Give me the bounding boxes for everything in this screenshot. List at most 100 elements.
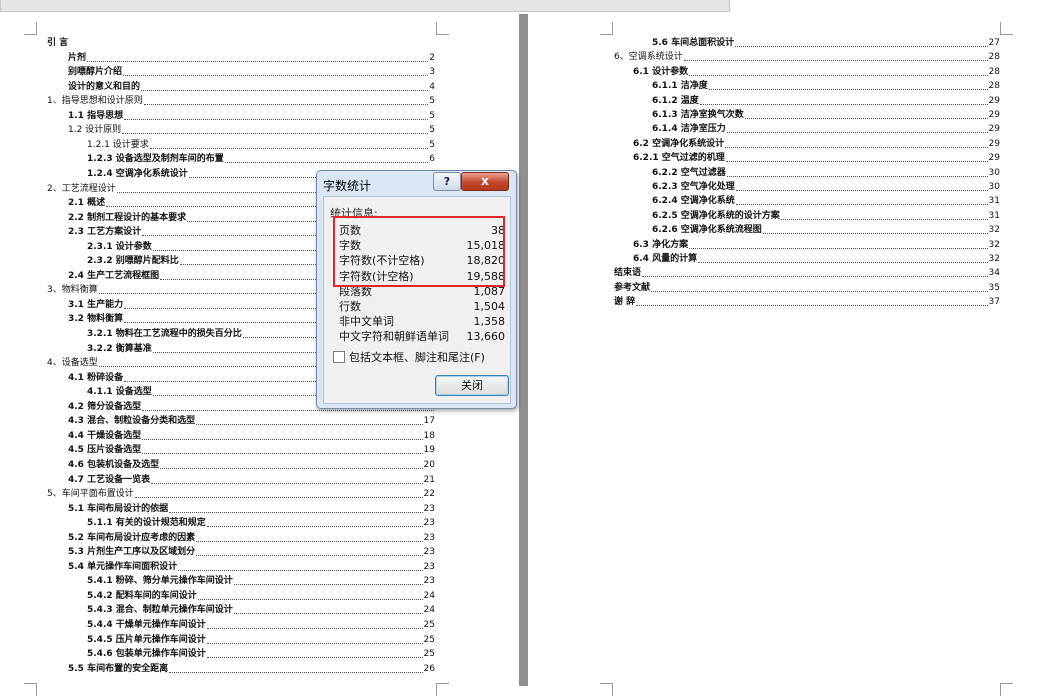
toc-leader-dots bbox=[233, 583, 423, 586]
help-button[interactable]: ? bbox=[433, 172, 461, 191]
toc-entry[interactable]: 6.2.4 空调净化系统 31 bbox=[652, 193, 1000, 207]
toc-entry-page: 35 bbox=[988, 282, 1000, 293]
toc-entry[interactable]: 6.2.1 空气过滤的机理 29 bbox=[633, 150, 1000, 164]
toc-entry-page: 18 bbox=[423, 430, 435, 441]
toc-entry[interactable]: 5.2 车间布局设计应考虑的因素 23 bbox=[68, 530, 435, 544]
toc-leader-dots bbox=[683, 59, 988, 62]
toc-entry[interactable]: 1.2 设计原则 5 bbox=[68, 122, 435, 136]
toc-entry-title: 6.2.3 空气净化处理 bbox=[652, 182, 735, 192]
toc-entry[interactable]: 6.1.4 洁净室压力 29 bbox=[652, 121, 1000, 135]
toc-entry-title: 5.6 车间总面积设计 bbox=[652, 38, 735, 48]
toc-entry[interactable]: 6.1 设计参数 28 bbox=[633, 64, 1000, 78]
toc-entry[interactable]: 5、车间平面布置设计 22 bbox=[47, 486, 435, 500]
toc-entry[interactable]: 4.6 包装机设备及选型 20 bbox=[68, 457, 435, 471]
toc-leader-dots bbox=[708, 88, 988, 91]
stat-value: 1,358 bbox=[473, 315, 506, 329]
toc-entry[interactable]: 6.1.2 温度 29 bbox=[652, 93, 1000, 107]
toc-entry-title: 谢 辞 bbox=[614, 297, 636, 308]
toc-leader-dots bbox=[642, 275, 988, 278]
toc-leader-dots bbox=[206, 627, 423, 629]
toc-entry[interactable]: 结束语 34 bbox=[614, 265, 1000, 279]
stat-value: 1,504 bbox=[473, 300, 506, 313]
toc-entry[interactable]: 4.4 干燥设备选型 18 bbox=[68, 428, 435, 442]
toc-entry-page: 23 bbox=[423, 547, 435, 558]
toc-entry[interactable]: 片剂 2 bbox=[68, 50, 435, 64]
toc-leader-dots bbox=[762, 232, 988, 235]
toc-entry[interactable]: 设计的意义和目的 4 bbox=[68, 79, 435, 93]
toc-entry-page: 28 bbox=[988, 52, 1000, 63]
toc-entry-page: 23 bbox=[423, 532, 435, 543]
toc-entry[interactable]: 5.5 车间布置的安全距离 26 bbox=[68, 661, 435, 675]
toc-leader-dots bbox=[726, 175, 988, 177]
toc-entry[interactable]: 4.5 压片设备选型 19 bbox=[68, 442, 435, 456]
page-gutter bbox=[519, 14, 528, 686]
toc-entry[interactable]: 6.1.1 洁净度 28 bbox=[652, 78, 1000, 92]
toc-entry[interactable]: 4.3 混合、制粒设备分类和选型 17 bbox=[68, 413, 435, 427]
toc-entry[interactable]: 1.1 指导思想 5 bbox=[68, 108, 435, 122]
toc-entry-page: 5 bbox=[429, 125, 435, 136]
toc-entry[interactable]: 6.2.2 空气过滤器 30 bbox=[652, 165, 1000, 179]
toc-entry-page: 3 bbox=[429, 67, 435, 78]
toc-entry[interactable]: 6.1.3 洁净室换气次数 29 bbox=[652, 107, 1000, 121]
toc-entry[interactable]: 6、空调系统设计 28 bbox=[614, 49, 1000, 63]
toc-entry-page: 30 bbox=[988, 167, 1000, 178]
toc-entry[interactable]: 参考文献 35 bbox=[614, 280, 1000, 294]
toc-entry-title: 4.2 筛分设备选型 bbox=[68, 401, 142, 412]
window-top-strip bbox=[0, 0, 1050, 14]
toc-entry-page: 24 bbox=[423, 590, 435, 601]
toc-entry-title: 6.1.1 洁净度 bbox=[652, 81, 708, 92]
toc-entry-title: 2.3.1 设计参数 bbox=[87, 241, 152, 252]
toc-entry[interactable]: 引 言 bbox=[47, 35, 435, 49]
toc-leader-dots bbox=[123, 74, 429, 77]
include-textboxes-checkbox[interactable]: 包括文本框、脚注和尾注(F) bbox=[333, 350, 485, 364]
toc-entry[interactable]: 5.4.5 压片单元操作车间设计 25 bbox=[87, 632, 435, 646]
toc-entry[interactable]: 4.7 工艺设备一览表 21 bbox=[68, 472, 435, 486]
close-button[interactable]: 关闭 bbox=[435, 375, 509, 396]
page-corner-mark bbox=[24, 683, 37, 696]
toc-leader-dots bbox=[87, 60, 429, 62]
toc-entry[interactable]: 5.4.6 包装单元操作车间设计 25 bbox=[87, 646, 435, 660]
toc-entry[interactable]: 5.4.3 混合、制粒单元操作车间设计 24 bbox=[87, 602, 435, 616]
toc-entry-title: 5.1.1 有关的设计规范和规定 bbox=[87, 518, 206, 529]
toc-entry-title: 5.4.5 压片单元操作车间设计 bbox=[87, 634, 206, 645]
toc-entry[interactable]: 1.2.3 设备选型及制剂车间的布置 6 bbox=[87, 151, 435, 165]
toc-entry[interactable]: 6.2.6 空调净化系统流程图 32 bbox=[652, 222, 1000, 236]
toc-leader-dots bbox=[151, 482, 423, 484]
toc-entry[interactable]: 5.3 片剂生产工序以及区域划分 23 bbox=[68, 544, 435, 558]
toc-entry[interactable]: 6.4 风量的计算 32 bbox=[633, 251, 1000, 265]
toc-entry[interactable]: 6.2.3 空气净化处理 30 bbox=[652, 179, 1000, 193]
toc-entry[interactable]: 5.4 单元操作车间面积设计 23 bbox=[68, 559, 435, 573]
toc-entry[interactable]: 5.1.1 有关的设计规范和规定 23 bbox=[87, 515, 435, 529]
toc-leader-dots bbox=[196, 540, 423, 542]
toc-entry[interactable]: 5.6 车间总面积设计 27 bbox=[652, 35, 1000, 49]
toc-entry-title: 2.3 工艺方案设计 bbox=[68, 227, 142, 238]
toc-entry-page: 26 bbox=[423, 663, 435, 674]
checkbox-square[interactable] bbox=[333, 351, 345, 363]
toc-entry[interactable]: 1.2.1 设计要求 5 bbox=[87, 137, 435, 151]
toc-entry[interactable]: 5.1 车间布局设计的依据 23 bbox=[68, 501, 435, 515]
toc-leader-dots bbox=[726, 131, 988, 134]
toc-entry-title: 6.2.2 空气过滤器 bbox=[652, 167, 726, 178]
toc-leader-dots bbox=[196, 554, 423, 557]
close-icon[interactable]: x bbox=[461, 172, 509, 191]
toc-entry[interactable]: 谢 辞 37 bbox=[614, 294, 1000, 308]
toc-entry[interactable]: 5.4.1 粉碎、筛分单元操作车间设计 23 bbox=[87, 573, 435, 587]
toc-entry[interactable]: 1、指导思想和设计原则 5 bbox=[47, 93, 435, 107]
toc-entry[interactable]: 5.4.4 干燥单元操作车间设计 25 bbox=[87, 617, 435, 631]
toc-leader-dots bbox=[735, 45, 988, 47]
toc-entry[interactable]: 5.4.2 配料车间的车间设计 24 bbox=[87, 588, 435, 602]
toc-entry[interactable]: 6.2 空调净化系统设计 29 bbox=[633, 136, 1000, 150]
toc-entry-title: 4.4 干燥设备选型 bbox=[68, 430, 142, 441]
toc-entry[interactable]: 6.2.5 空调净化系统的设计方案 31 bbox=[652, 208, 1000, 222]
toc-entry-title: 3.2 物料衡算 bbox=[68, 314, 124, 325]
toc-entry-title: 6.1.2 温度 bbox=[652, 95, 699, 106]
stat-label: 中文字符和朝鲜语单词 bbox=[339, 330, 449, 344]
toc-entry[interactable]: 6.3 净化方案 32 bbox=[633, 237, 1000, 251]
toc-entry[interactable]: 别嘌醇片介绍 3 bbox=[68, 64, 435, 78]
toc-leader-dots bbox=[169, 671, 423, 673]
toc-entry-page: 32 bbox=[988, 225, 1000, 236]
toc-leader-dots bbox=[143, 103, 429, 106]
checkbox-label: 包括文本框、脚注和尾注(F) bbox=[349, 351, 485, 364]
toc-leader-dots bbox=[725, 146, 988, 148]
toc-entry-page: 6 bbox=[429, 154, 435, 165]
